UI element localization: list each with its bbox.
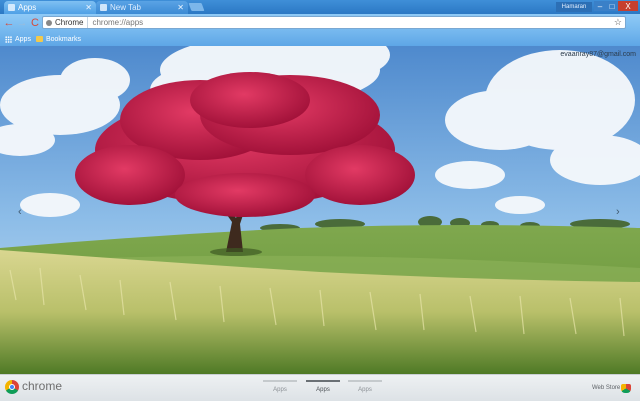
account-email[interactable]: evaanray87@gmail.com <box>560 51 636 58</box>
tab-apps[interactable]: Apps ✕ <box>4 1 96 14</box>
new-tab-button[interactable] <box>188 3 205 11</box>
bookmarks-bar: Apps Bookmarks <box>0 32 640 46</box>
site-info-chip[interactable]: Chrome <box>43 17 89 28</box>
url-text[interactable]: chrome://apps <box>88 18 613 27</box>
chrome-logo-icon <box>5 380 19 394</box>
web-store-icon[interactable] <box>621 384 631 393</box>
maximize-button[interactable]: □ <box>606 1 618 11</box>
tab-new-tab[interactable]: New Tab ✕ <box>96 1 188 14</box>
close-icon[interactable]: ✕ <box>85 3 92 12</box>
page-indicator <box>306 380 340 382</box>
page-switcher-tab[interactable]: Apps <box>306 380 340 398</box>
page-switcher-label: Apps <box>316 387 330 393</box>
chrome-page-icon <box>46 19 52 26</box>
reload-button[interactable]: C <box>29 16 41 30</box>
tab-title: Apps <box>18 3 37 12</box>
folder-icon <box>35 36 43 42</box>
page-indicator <box>263 380 297 382</box>
page-indicator <box>348 380 382 382</box>
bookmark-star-icon[interactable]: ☆ <box>614 17 625 28</box>
background-wallpaper <box>0 0 640 400</box>
page-switcher-tab[interactable]: Apps <box>348 380 382 398</box>
forward-button[interactable]: → <box>16 16 28 30</box>
close-icon[interactable]: ✕ <box>177 3 184 12</box>
tab-title: New Tab <box>110 3 141 12</box>
web-store-link[interactable]: Web Store <box>592 385 620 391</box>
site-chip-label: Chrome <box>55 18 84 27</box>
bookmark-label: Apps <box>15 35 31 43</box>
page-switcher-label: Apps <box>273 387 287 393</box>
window-close-button[interactable]: X <box>618 1 638 11</box>
bookmark-apps[interactable]: Apps <box>5 35 31 43</box>
page-switcher-tab[interactable]: Apps <box>263 380 297 398</box>
tab-strip: Apps ✕ New Tab ✕ Hamaran – □ X <box>0 0 640 14</box>
previous-page-arrow-icon[interactable]: ‹ <box>18 206 22 218</box>
bookmark-folder[interactable]: Bookmarks <box>35 35 81 43</box>
apps-favicon-icon <box>8 4 15 11</box>
chrome-wordmark: chrome <box>22 379 63 393</box>
apps-grid-icon <box>5 35 12 43</box>
apps-bottom-bar: chrome Apps Apps Apps Web Store <box>0 374 640 401</box>
minimize-button[interactable]: – <box>594 1 606 11</box>
page-switcher-label: Apps <box>358 387 372 393</box>
next-page-arrow-icon[interactable]: › <box>616 206 620 218</box>
address-bar[interactable]: Chrome chrome://apps ☆ <box>42 16 626 29</box>
page-favicon-icon <box>100 4 107 11</box>
browser-toolbar: ← → C Chrome chrome://apps ☆ <box>0 14 640 32</box>
bookmark-label: Bookmarks <box>45 35 81 43</box>
user-profile-button[interactable]: Hamaran <box>556 2 592 12</box>
back-button[interactable]: ← <box>3 16 15 30</box>
